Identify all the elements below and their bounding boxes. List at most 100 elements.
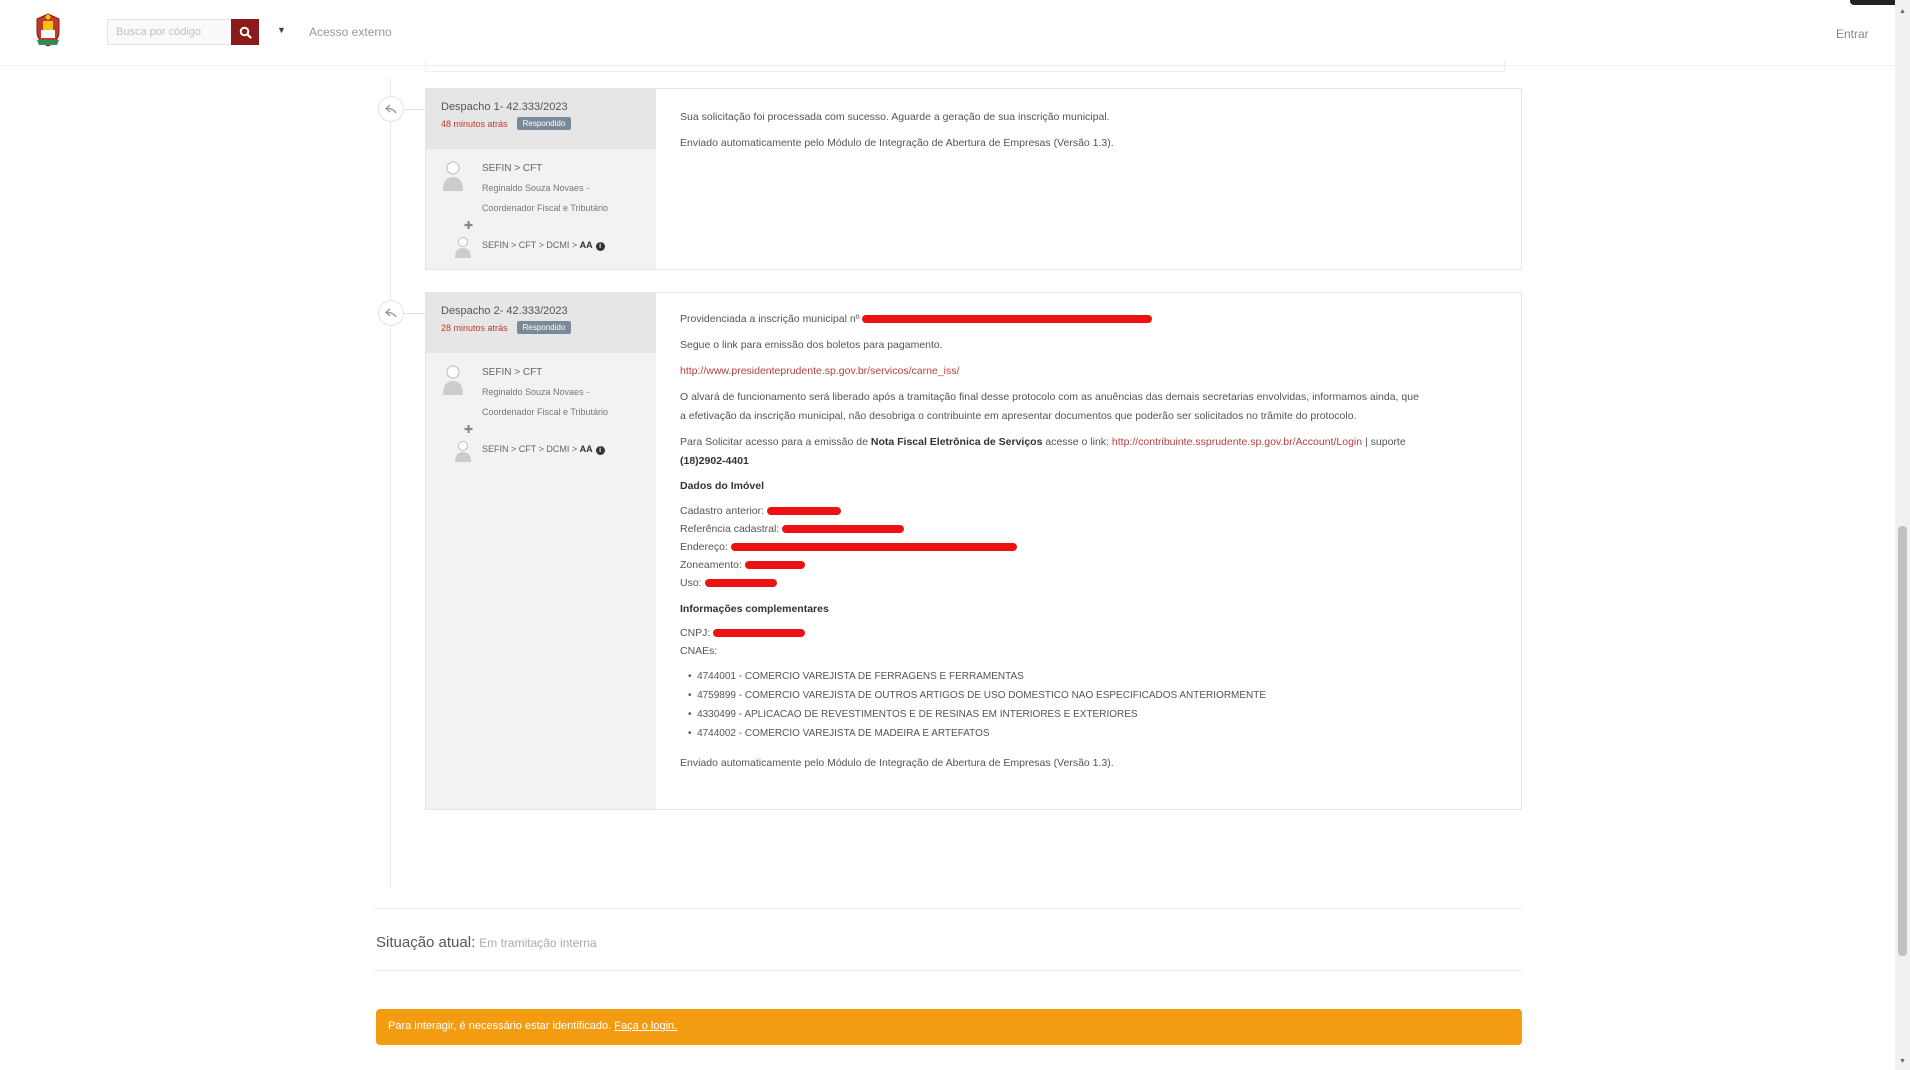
nf-prefix: Para Solicitar acesso para a emissão de xyxy=(680,436,871,448)
scroll-up-arrow-icon[interactable]: ▲ xyxy=(1899,8,1906,15)
cnae-item: • 4330499 - APLICACAO DE REVESTIMENTOS E… xyxy=(688,709,1138,720)
recipient-path: SEFIN > CFT > DCMI > xyxy=(482,240,580,250)
despacho-title[interactable]: Despacho 2- 42.333/2023 xyxy=(441,305,656,317)
message-footer: Enviado automaticamente pelo Módulo de I… xyxy=(680,757,1114,769)
login-link[interactable]: Entrar xyxy=(1836,27,1869,41)
cnpj: CNPJ: xyxy=(680,627,806,639)
nota-fiscal-line: Para Solicitar acesso para a emissão de … xyxy=(680,436,1406,448)
status-badge: Respondido xyxy=(516,117,572,130)
timeline-connector xyxy=(404,109,425,110)
page-scrollbar[interactable]: ▲ ▼ xyxy=(1895,0,1910,1070)
info-icon[interactable]: i xyxy=(595,446,605,455)
despacho-body: Providenciada a inscrição municipal nº S… xyxy=(656,293,1521,809)
despacho-card: Despacho 2- 42.333/2023 28 minutos atrás… xyxy=(425,292,1522,810)
alert-login-link[interactable]: Faça o login. xyxy=(614,1020,677,1032)
referencia-cadastral: Referência cadastral: xyxy=(680,523,905,535)
recipient-avatar-icon xyxy=(455,237,471,258)
cnae-text: 4744002 - COMERCIO VAREJISTA DE MADEIRA … xyxy=(697,728,990,739)
recipient-unit: AA xyxy=(579,240,593,250)
plus-icon: ✚ xyxy=(464,424,474,436)
cnae-item: • 4759899 - COMERCIO VAREJISTA DE OUTROS… xyxy=(688,690,1267,701)
alvara-text-1: O alvará de funcionamento será liberado … xyxy=(680,391,1419,403)
search-icon xyxy=(239,26,252,39)
divider xyxy=(374,908,1522,909)
despacho-card: Despacho 1- 42.333/2023 48 minutos atrás… xyxy=(425,88,1522,270)
reply-icon xyxy=(378,96,404,122)
status-badge: Respondido xyxy=(516,321,572,334)
boletos-link[interactable]: http://www.presidenteprudente.sp.gov.br/… xyxy=(680,365,959,377)
nf-mid: acesse o link: xyxy=(1042,436,1112,448)
field-label: CNPJ: xyxy=(680,627,711,639)
despacho-sidebar: Despacho 1- 42.333/2023 48 minutos atrás… xyxy=(426,89,656,269)
sender-name: Reginaldo Souza Novaes - xyxy=(482,183,590,193)
field-label: Uso: xyxy=(680,577,702,589)
recipient-avatar-icon xyxy=(455,441,471,462)
despacho-body: Sua solicitação foi processada com suces… xyxy=(656,89,1521,269)
search-options-caret-icon[interactable]: ▼ xyxy=(277,25,286,35)
plus-icon: ✚ xyxy=(464,220,474,232)
inscricao-label: Providenciada a inscrição municipal nº xyxy=(680,313,860,325)
field-label: Referência cadastral: xyxy=(680,523,780,535)
sender-department: SEFIN > CFT xyxy=(482,163,543,174)
search-group xyxy=(107,19,259,45)
nf-bold: Nota Fiscal Eletrônica de Serviços xyxy=(870,436,1043,448)
status-label: Situação atual: xyxy=(376,934,476,951)
redaction-bar xyxy=(730,543,1017,552)
cnae-text: 4759899 - COMERCIO VAREJISTA DE OUTROS A… xyxy=(697,690,1267,701)
recipient-department: SEFIN > CFT > DCMI > AA i xyxy=(482,240,605,251)
redaction-bar xyxy=(744,561,805,570)
status-value: Em tramitação interna xyxy=(479,936,597,950)
redaction-bar xyxy=(704,579,777,588)
scroll-down-arrow-icon[interactable]: ▼ xyxy=(1899,1058,1906,1065)
uso: Uso: xyxy=(680,577,777,589)
cnae-text: 4330499 - APLICACAO DE REVESTIMENTOS E D… xyxy=(697,709,1138,720)
message-line: Sua solicitação foi processada com suces… xyxy=(680,111,1110,123)
cadastro-anterior: Cadastro anterior: xyxy=(680,505,841,517)
boletos-instruction: Segue o link para emissão dos boletos pa… xyxy=(680,339,943,351)
despacho-sidebar: Despacho 2- 42.333/2023 28 minutos atrás… xyxy=(426,293,656,809)
sender-role: Coordenador Fiscal e Tributário xyxy=(482,203,609,213)
recipient-department: SEFIN > CFT > DCMI > AA i xyxy=(482,444,605,455)
external-access-link[interactable]: Acesso externo xyxy=(309,25,392,39)
recipient-unit: AA xyxy=(579,444,593,454)
timeline-connector xyxy=(404,313,425,314)
timeline-line xyxy=(390,78,391,888)
recipient-path: SEFIN > CFT > DCMI > xyxy=(482,444,580,454)
cnaes-label: CNAEs: xyxy=(680,645,718,657)
nf-login-link[interactable]: http://contribuinte.ssprudente.sp.gov.br… xyxy=(1112,436,1362,448)
field-label: Zoneamento: xyxy=(680,559,742,571)
sender-name: Reginaldo Souza Novaes - xyxy=(482,387,590,397)
avatar-icon xyxy=(443,161,463,191)
alvara-text-2: a efetivação da inscrição municipal, não… xyxy=(680,410,1357,422)
field-label: Endereço: xyxy=(680,541,728,553)
endereco: Endereço: xyxy=(680,541,1017,553)
inscricao-line: Providenciada a inscrição municipal nº xyxy=(680,313,1153,325)
search-input[interactable] xyxy=(107,19,231,45)
time-ago: 48 minutos atrás xyxy=(441,119,508,129)
redaction-bar xyxy=(862,315,1153,324)
redaction-bar xyxy=(782,525,905,534)
info-icon[interactable]: i xyxy=(595,242,605,251)
time-ago: 28 minutos atrás xyxy=(441,323,508,333)
sender-department: SEFIN > CFT xyxy=(482,367,543,378)
scroll-thumb[interactable] xyxy=(1898,526,1907,956)
support-phone: (18)2902-4401 xyxy=(680,455,749,467)
login-required-alert: Para interagir, é necessário estar ident… xyxy=(376,1009,1522,1045)
top-navbar: ▼ Acesso externo Entrar xyxy=(0,0,1895,66)
info-complementares-heading: Informações complementares xyxy=(680,603,829,615)
sender-role: Coordenador Fiscal e Tributário xyxy=(482,407,609,417)
cnae-item: • 4744001 - COMERCIO VAREJISTA DE FERRAG… xyxy=(688,671,1024,682)
avatar-icon xyxy=(443,365,463,395)
field-label: Cadastro anterior: xyxy=(680,505,765,517)
search-button[interactable] xyxy=(231,19,259,45)
despacho-title[interactable]: Despacho 1- 42.333/2023 xyxy=(441,101,656,113)
alert-text: Para interagir, é necessário estar ident… xyxy=(388,1020,612,1032)
cnae-item: • 4744002 - COMERCIO VAREJISTA DE MADEIR… xyxy=(688,728,990,739)
previous-card-edge xyxy=(425,60,1505,72)
message-footer: Enviado automaticamente pelo Módulo de I… xyxy=(680,137,1114,149)
nf-suffix: | suporte xyxy=(1362,436,1406,448)
dados-imovel-heading: Dados do Imóvel xyxy=(680,480,765,492)
redaction-bar xyxy=(766,507,841,516)
cnae-text: 4744001 - COMERCIO VAREJISTA DE FERRAGEN… xyxy=(697,671,1024,682)
city-logo[interactable] xyxy=(28,10,68,50)
